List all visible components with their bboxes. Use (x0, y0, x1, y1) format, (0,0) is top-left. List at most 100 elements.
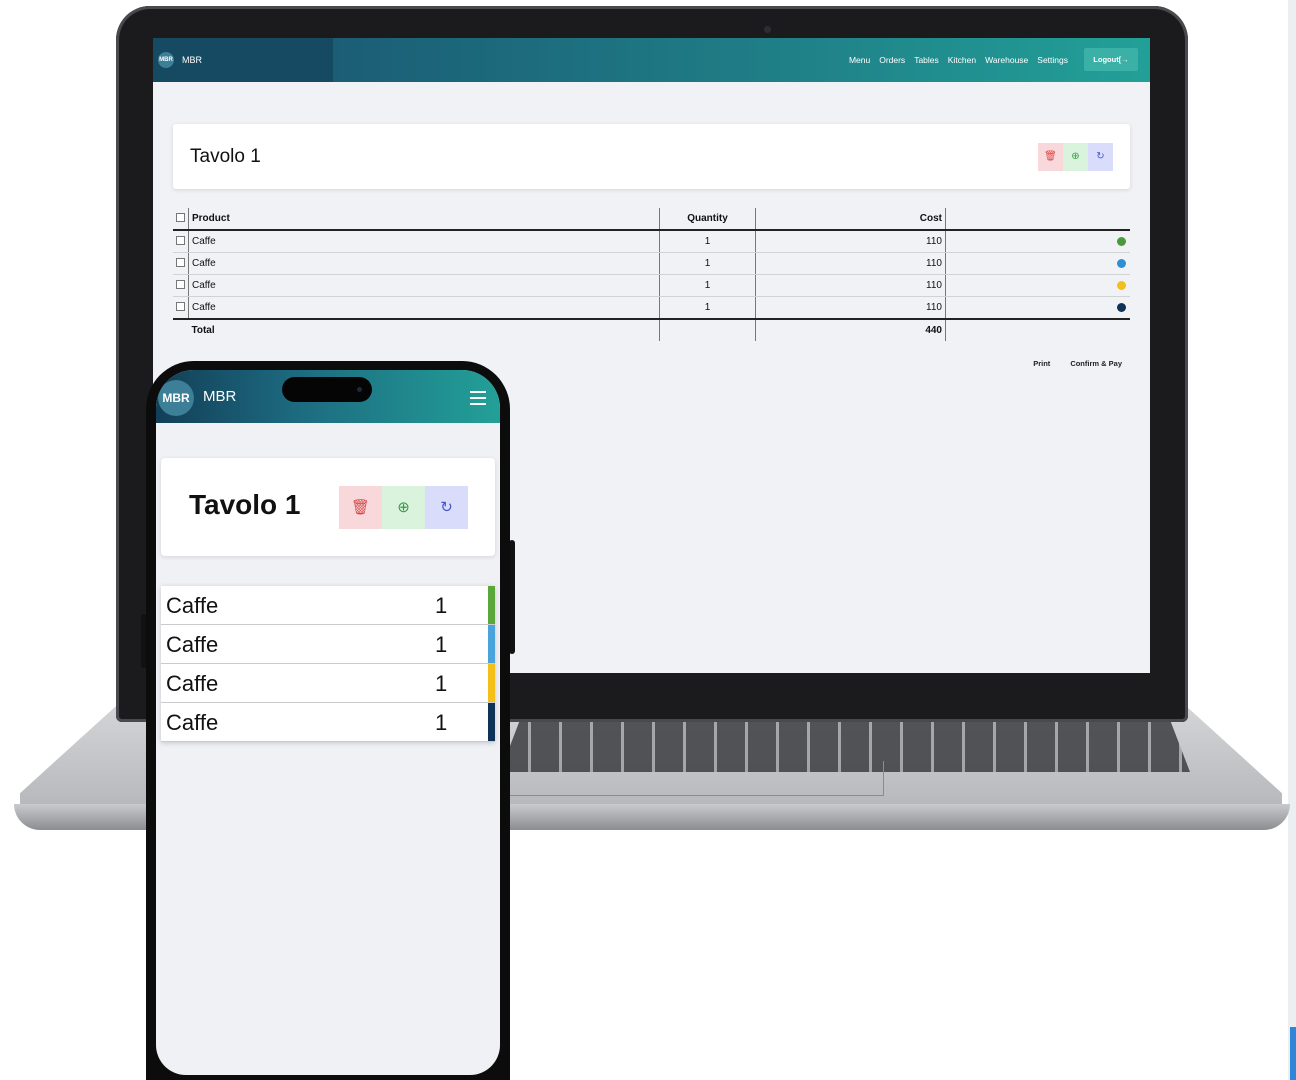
item-quantity: 1 (435, 632, 448, 657)
status-dot (1117, 280, 1126, 290)
delete-button[interactable]: 🗑 (1038, 143, 1063, 171)
mobile-add-button[interactable]: ⊕ (382, 486, 425, 529)
select-all-checkbox[interactable] (176, 212, 185, 222)
table-row[interactable]: Caffe 1 110 (173, 296, 1130, 320)
page-title: Tavolo 1 (190, 146, 261, 167)
plus-circle-icon: ⊕ (397, 499, 410, 516)
header-quantity: Quantity (659, 208, 756, 231)
cell-cost: 110 (755, 230, 946, 253)
table-row[interactable]: Caffe 1 110 (173, 274, 1130, 297)
item-product: Caffe (166, 632, 219, 657)
nav-kitchen[interactable]: Kitchen (948, 55, 976, 65)
status-bar (488, 703, 495, 741)
mobile-order-list: Caffe 1 Caffe 1 Caffe 1 Caffe 1 (161, 586, 495, 742)
total-blank (173, 318, 189, 341)
item-product: Caffe (166, 593, 219, 618)
table-row[interactable]: Caffe 1 110 (173, 230, 1130, 253)
cell-cost: 110 (755, 252, 946, 275)
hamburger-icon[interactable] (470, 391, 486, 409)
row-checkbox[interactable] (176, 235, 185, 245)
status-bar (488, 664, 495, 702)
scrollbar-thumb[interactable] (1290, 1027, 1296, 1080)
cell-quantity: 1 (659, 274, 756, 297)
trash-icon: 🗑 (350, 499, 371, 516)
mobile-action-buttons: 🗑 ⊕ ↻ (339, 486, 468, 529)
item-quantity: 1 (435, 710, 448, 735)
item-quantity: 1 (435, 593, 448, 618)
cell-product: Caffe (188, 252, 660, 275)
status-bar (488, 625, 495, 663)
row-check-cell (173, 274, 189, 297)
scrollbar-track[interactable] (1288, 0, 1296, 1080)
item-product: Caffe (166, 710, 219, 735)
mobile-table-header-card: Tavolo 1 🗑 ⊕ ↻ (161, 458, 495, 556)
table-header-row: Product Quantity Cost (173, 208, 1130, 231)
item-quantity: 1 (435, 671, 448, 696)
total-quantity (659, 318, 756, 341)
item-product: Caffe (166, 671, 219, 696)
cell-cost: 110 (755, 274, 946, 297)
row-check-cell (173, 252, 189, 275)
trash-icon: 🗑 (1044, 151, 1057, 162)
status-dot (1117, 236, 1126, 246)
navbar-logo-area (153, 38, 333, 82)
cell-status (945, 230, 1130, 253)
refresh-button[interactable]: ↻ (1088, 143, 1113, 171)
status-bar (488, 586, 495, 624)
order-table: Product Quantity Cost Caffe 1 110 Caffe … (173, 208, 1130, 341)
status-dot (1117, 258, 1126, 268)
cell-quantity: 1 (659, 252, 756, 275)
cell-quantity: 1 (659, 296, 756, 320)
header-cost: Cost (755, 208, 946, 231)
total-row: Total 440 (173, 318, 1130, 341)
laptop-camera (764, 26, 771, 33)
select-all-cell (173, 208, 189, 231)
print-button[interactable]: Print (1027, 356, 1056, 371)
nav-menu[interactable]: Menu (849, 55, 870, 65)
desktop-navbar: MBR MBR Menu Orders Tables Kitchen Wareh… (153, 38, 1150, 82)
mobile-delete-button[interactable]: 🗑 (339, 486, 382, 529)
refresh-icon: ↻ (440, 499, 453, 516)
mobile-refresh-button[interactable]: ↻ (425, 486, 468, 529)
mobile-screen: MBR MBR Tavolo 1 🗑 ⊕ ↻ Caffe 1 Caffe 1 C… (156, 370, 500, 1075)
laptop-trackpad (505, 761, 884, 796)
nav-tables[interactable]: Tables (914, 55, 939, 65)
header-product: Product (188, 208, 660, 231)
row-checkbox[interactable] (176, 257, 185, 267)
list-item[interactable]: Caffe 1 (161, 703, 495, 742)
cell-product: Caffe (188, 230, 660, 253)
nav-settings[interactable]: Settings (1037, 55, 1068, 65)
add-button[interactable]: ⊕ (1063, 143, 1088, 171)
logout-icon: [→ (1118, 55, 1129, 64)
nav-links: Menu Orders Tables Kitchen Warehouse Set… (849, 55, 1068, 65)
list-item[interactable]: Caffe 1 (161, 664, 495, 703)
table-header-card: Tavolo 1 🗑 ⊕ ↻ (173, 124, 1130, 189)
mobile-brand-name[interactable]: MBR (203, 388, 236, 405)
refresh-icon: ↻ (1096, 151, 1105, 162)
total-status (945, 318, 1130, 341)
total-label: Total (188, 318, 660, 341)
logout-button[interactable]: Logout[→ (1084, 48, 1138, 71)
table-row[interactable]: Caffe 1 110 (173, 252, 1130, 275)
row-check-cell (173, 296, 189, 320)
row-check-cell (173, 230, 189, 253)
list-item[interactable]: Caffe 1 (161, 586, 495, 625)
cell-product: Caffe (188, 274, 660, 297)
brand-name[interactable]: MBR (182, 55, 202, 65)
cell-status (945, 296, 1130, 320)
cell-cost: 110 (755, 296, 946, 320)
logo-badge[interactable]: MBR (158, 52, 174, 68)
nav-warehouse[interactable]: Warehouse (985, 55, 1028, 65)
row-checkbox[interactable] (176, 301, 185, 311)
mobile-logo-badge[interactable]: MBR (158, 380, 194, 416)
confirm-pay-button[interactable]: Confirm & Pay (1064, 356, 1128, 371)
cell-quantity: 1 (659, 230, 756, 253)
logout-label: Logout (1093, 55, 1119, 64)
action-buttons: 🗑 ⊕ ↻ (1038, 143, 1113, 171)
row-checkbox[interactable] (176, 279, 185, 289)
header-status (945, 208, 1130, 231)
cell-status (945, 252, 1130, 275)
nav-orders[interactable]: Orders (879, 55, 905, 65)
list-item[interactable]: Caffe 1 (161, 625, 495, 664)
dynamic-island (282, 377, 372, 402)
